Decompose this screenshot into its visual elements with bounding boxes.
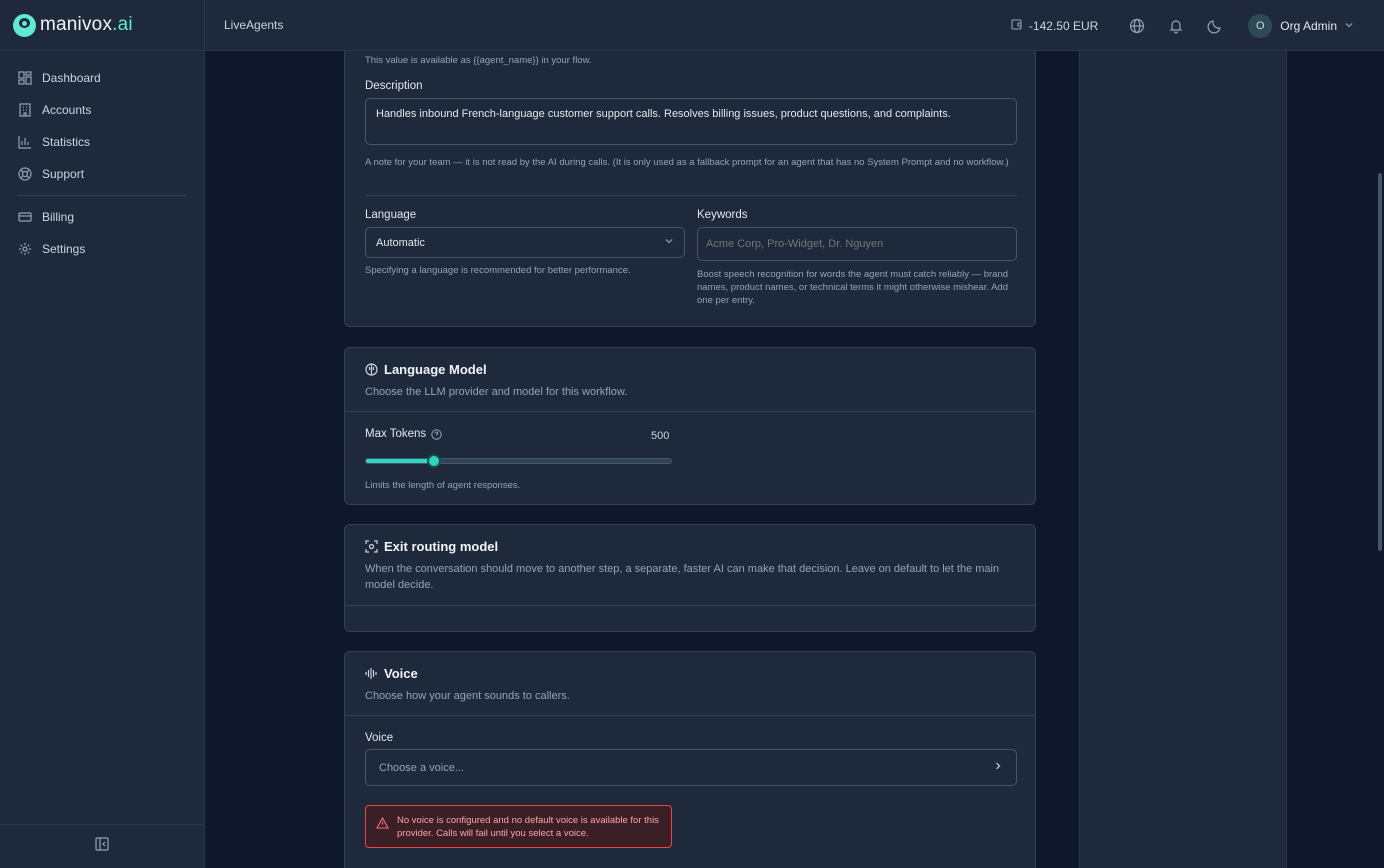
building-icon <box>17 103 32 118</box>
sidebar-item-label: Support <box>42 167 85 181</box>
breadcrumb[interactable]: LiveAgents <box>224 18 283 32</box>
card-subtitle: Choose the LLM provider and model for th… <box>365 386 628 398</box>
sidebar-item-billing[interactable]: Billing <box>0 201 204 233</box>
card-title: Voice <box>384 666 418 681</box>
brand-name: manivox <box>40 14 113 35</box>
name-hint: This value is available as {{agent_name}… <box>365 55 592 66</box>
user-menu[interactable]: O Org Admin <box>1248 13 1354 38</box>
sidebar: manivox.ai Dashboard Accounts Statistics… <box>0 0 205 868</box>
brand-logo[interactable]: manivox.ai <box>0 0 204 51</box>
keywords-hint: Boost speech recognition for words the a… <box>697 269 1009 306</box>
voice-picker[interactable]: Choose a voice... <box>365 749 1017 786</box>
main-content: This value is available as {{agent_name}… <box>205 51 1384 868</box>
description-hint: A note for your team — it is not read by… <box>365 157 1009 168</box>
exit-routing-card: Exit routing model When the conversation… <box>344 524 1036 632</box>
chevron-right-icon <box>993 761 1003 774</box>
voice-label: Voice <box>365 732 394 744</box>
sidebar-item-label: Billing <box>42 210 75 224</box>
nav-divider <box>17 195 187 196</box>
brand-suffix: .ai <box>112 14 133 35</box>
chevron-down-icon <box>664 236 674 249</box>
scan-icon <box>365 540 378 553</box>
slider-fill <box>366 459 434 463</box>
alert-message: No voice is configured and no default vo… <box>397 815 659 839</box>
no-voice-alert: No voice is configured and no default vo… <box>365 805 672 848</box>
audio-waveform-icon <box>365 667 378 680</box>
divider <box>365 195 1017 196</box>
user-name: Org Admin <box>1280 18 1337 33</box>
max-tokens-slider[interactable] <box>365 454 672 468</box>
sidebar-item-statistics[interactable]: Statistics <box>0 126 204 158</box>
sidebar-item-label: Accounts <box>42 103 92 117</box>
max-tokens-label: Max Tokens <box>365 428 442 440</box>
sidebar-item-label: Dashboard <box>42 71 101 85</box>
card-title: Language Model <box>384 362 487 377</box>
bell-icon[interactable] <box>1167 17 1185 35</box>
max-tokens-label-text: Max Tokens <box>365 428 427 440</box>
max-tokens-value: 500 <box>651 430 670 442</box>
sidebar-item-settings[interactable]: Settings <box>0 233 204 265</box>
card-header: Language Model Choose the LLM provider a… <box>345 348 1035 412</box>
keywords-label: Keywords <box>697 209 748 221</box>
moon-icon[interactable] <box>1206 17 1224 35</box>
voice-card: Voice Choose how your agent sounds to ca… <box>344 651 1036 868</box>
logo-icon <box>13 13 36 37</box>
chevron-down-icon <box>1344 19 1354 33</box>
card-title: Exit routing model <box>384 539 499 554</box>
general-settings-card: This value is available as {{agent_name}… <box>344 51 1036 327</box>
balance-value: -142.50 EUR <box>1028 18 1099 33</box>
avatar: O <box>1248 13 1273 38</box>
card-header: Exit routing model When the conversation… <box>345 525 1035 606</box>
card-subtitle: When the conversation should move to ano… <box>365 563 1000 591</box>
card-subtitle: Choose how your agent sounds to callers. <box>365 690 570 702</box>
wallet-icon <box>1011 18 1023 33</box>
description-textarea[interactable]: Handles inbound French-language customer… <box>365 98 1017 145</box>
sidebar-nav: Dashboard Accounts Statistics Support Bi… <box>0 51 204 265</box>
scrollbar[interactable] <box>1378 173 1382 551</box>
sidebar-collapse-icon <box>95 837 109 856</box>
max-tokens-hint: Limits the length of agent responses. <box>365 480 521 491</box>
side-panel <box>1079 51 1287 868</box>
voice-placeholder: Choose a voice... <box>379 761 464 774</box>
sidebar-item-dashboard[interactable]: Dashboard <box>0 62 204 94</box>
dashboard-icon <box>17 71 32 86</box>
language-model-card: Language Model Choose the LLM provider a… <box>344 347 1036 505</box>
sidebar-item-label: Settings <box>42 242 86 256</box>
gear-icon <box>17 242 32 257</box>
brain-icon <box>365 363 378 376</box>
slider-thumb[interactable] <box>427 454 441 468</box>
keywords-input[interactable] <box>697 227 1017 261</box>
language-label: Language <box>365 209 417 221</box>
language-value: Automatic <box>376 236 425 249</box>
description-label: Description <box>365 80 423 92</box>
sidebar-item-support[interactable]: Support <box>0 158 204 190</box>
card-header: Voice Choose how your agent sounds to ca… <box>345 652 1035 716</box>
top-bar: LiveAgents -142.50 EUR O Org Admin <box>205 0 1384 51</box>
globe-icon[interactable] <box>1128 17 1146 35</box>
language-select[interactable]: Automatic <box>365 227 685 258</box>
bar-chart-icon <box>17 135 32 150</box>
warning-triangle-icon <box>376 816 389 834</box>
sidebar-item-label: Statistics <box>42 135 91 149</box>
language-hint: Specifying a language is recommended for… <box>365 265 631 276</box>
sidebar-item-accounts[interactable]: Accounts <box>0 94 204 126</box>
lifebuoy-icon <box>17 167 32 182</box>
sidebar-collapse-button[interactable] <box>0 824 204 868</box>
description-value: Handles inbound French-language customer… <box>376 108 951 120</box>
help-circle-icon[interactable] <box>431 428 442 440</box>
balance-indicator[interactable]: -142.50 EUR <box>1011 18 1098 33</box>
credit-card-icon <box>17 210 32 225</box>
